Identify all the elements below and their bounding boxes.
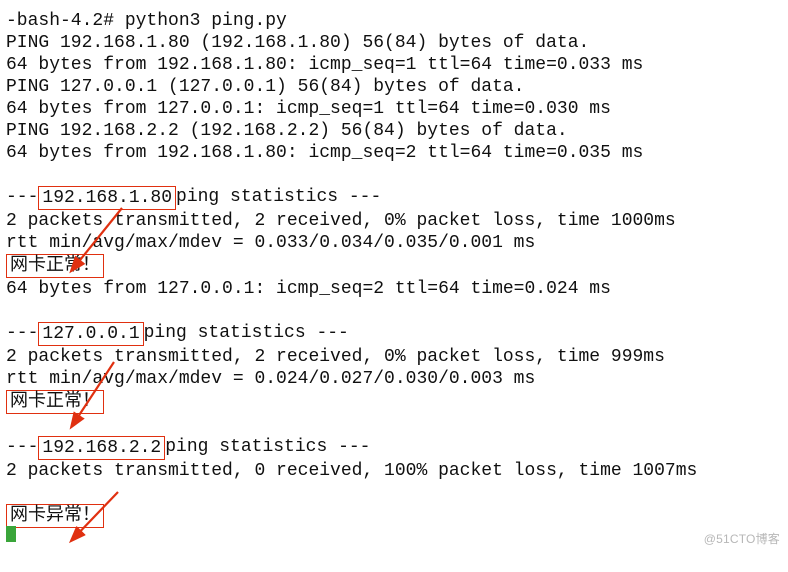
- boxed-ip: 192.168.2.2: [38, 436, 165, 460]
- output-line: 64 bytes from 192.168.1.80: icmp_seq=2 t…: [6, 142, 776, 164]
- sep-prefix: ---: [6, 322, 38, 344]
- statistics-separator: --- 192.168.1.80 ping statistics ---: [6, 186, 776, 210]
- statistics-separator: --- 127.0.0.1 ping statistics ---: [6, 322, 776, 346]
- output-line: PING 127.0.0.1 (127.0.0.1) 56(84) bytes …: [6, 76, 776, 98]
- boxed-ip: 127.0.0.1: [38, 322, 143, 346]
- rtt-line: rtt min/avg/max/mdev = 0.024/0.027/0.030…: [6, 368, 776, 390]
- sep-suffix: ping statistics ---: [165, 436, 370, 458]
- status-message: 网卡异常！: [6, 504, 104, 528]
- blank-line: [6, 414, 776, 436]
- statistics-line: 2 packets transmitted, 0 received, 100% …: [6, 460, 776, 482]
- sep-suffix: ping statistics ---: [176, 186, 381, 208]
- statistics-line: 2 packets transmitted, 2 received, 0% pa…: [6, 210, 776, 232]
- blank-line: [6, 300, 776, 322]
- output-line: 64 bytes from 192.168.1.80: icmp_seq=1 t…: [6, 54, 776, 76]
- output-line: 64 bytes from 127.0.0.1: icmp_seq=2 ttl=…: [6, 278, 776, 300]
- statistics-line: 2 packets transmitted, 2 received, 0% pa…: [6, 346, 776, 368]
- status-line: 网卡正常！: [6, 390, 776, 414]
- sep-suffix: ping statistics ---: [144, 322, 349, 344]
- statistics-separator: --- 192.168.2.2 ping statistics ---: [6, 436, 776, 460]
- output-line: PING 192.168.2.2 (192.168.2.2) 56(84) by…: [6, 120, 776, 142]
- status-message: 网卡正常！: [6, 390, 104, 414]
- cursor-line: [6, 526, 776, 548]
- sep-prefix: ---: [6, 186, 38, 208]
- shell-prompt-line: -bash-4.2# python3 ping.py: [6, 10, 776, 32]
- output-line: PING 192.168.1.80 (192.168.1.80) 56(84) …: [6, 32, 776, 54]
- rtt-line: rtt min/avg/max/mdev = 0.033/0.034/0.035…: [6, 232, 776, 254]
- status-line: 网卡异常！: [6, 504, 776, 528]
- boxed-ip: 192.168.1.80: [38, 186, 176, 210]
- watermark-label: @51CTO博客: [704, 528, 780, 550]
- sep-prefix: ---: [6, 436, 38, 458]
- status-message: 网卡正常！: [6, 254, 104, 278]
- blank-line: [6, 164, 776, 186]
- blank-line: [6, 482, 776, 504]
- output-line: 64 bytes from 127.0.0.1: icmp_seq=1 ttl=…: [6, 98, 776, 120]
- status-line: 网卡正常！: [6, 254, 776, 278]
- shell-prompt-text: -bash-4.2# python3 ping.py: [6, 10, 287, 32]
- terminal-cursor: [6, 526, 16, 542]
- terminal-output[interactable]: -bash-4.2# python3 ping.py PING 192.168.…: [0, 0, 788, 554]
